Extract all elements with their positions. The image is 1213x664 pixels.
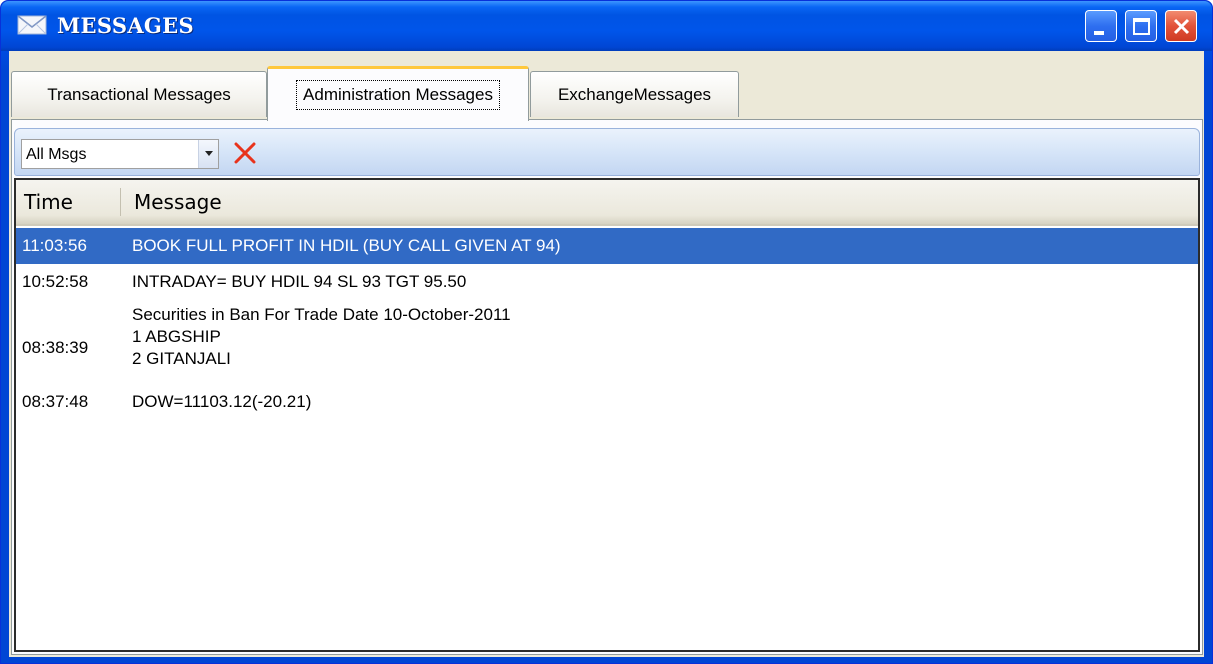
grid-rows: 11:03:56 BOOK FULL PROFIT IN HDIL (BUY C… <box>16 228 1198 424</box>
tab-label: Administration Messages <box>296 80 500 110</box>
tab-administration-messages[interactable]: Administration Messages <box>267 66 529 121</box>
tab-transactional-messages[interactable]: Transactional Messages <box>11 71 267 117</box>
window-title: MESSAGES <box>57 13 194 38</box>
row-time: 08:38:39 <box>22 338 89 357</box>
table-row[interactable]: 08:37:48 DOW=11103.12(-20.21) <box>16 388 1198 424</box>
row-time: 10:52:58 <box>22 272 89 291</box>
tab-exchange-messages[interactable]: ExchangeMessages <box>530 71 739 117</box>
table-row[interactable]: 11:03:56 BOOK FULL PROFIT IN HDIL (BUY C… <box>16 228 1198 264</box>
filter-value: All Msgs <box>26 146 87 163</box>
title-bar[interactable]: MESSAGES <box>1 1 1212 51</box>
clear-messages-icon[interactable] <box>233 141 257 165</box>
window-client-area: Transactional Messages Administration Me… <box>9 51 1204 657</box>
table-row[interactable]: 10:52:58 INTRADAY= BUY HDIL 94 SL 93 TGT… <box>16 264 1198 302</box>
minimize-button[interactable] <box>1085 10 1117 42</box>
row-time: 08:37:48 <box>22 392 89 411</box>
dropdown-arrow-button[interactable] <box>198 140 218 168</box>
row-message: BOOK FULL PROFIT IN HDIL (BUY CALL GIVEN… <box>132 236 561 255</box>
column-divider[interactable] <box>120 188 121 216</box>
envelope-icon <box>17 15 47 35</box>
tab-label: ExchangeMessages <box>557 84 712 104</box>
messages-grid[interactable]: Time Message 11:03:56 BOOK FULL PROFIT I… <box>14 178 1200 652</box>
column-header-message[interactable]: Message <box>134 190 222 214</box>
message-filter-dropdown[interactable]: All Msgs <box>21 139 219 169</box>
tab-strip: Transactional Messages Administration Me… <box>9 51 1204 121</box>
tab-panel: All Msgs Time Message 11:03:56 BOOK FULL… <box>11 119 1203 655</box>
row-message: Securities in Ban For Trade Date 10-Octo… <box>132 305 511 368</box>
chevron-down-icon <box>205 151 213 156</box>
tab-label: Transactional Messages <box>47 84 231 104</box>
table-row[interactable]: 08:38:39 Securities in Ban For Trade Dat… <box>16 302 1198 388</box>
row-message: INTRADAY= BUY HDIL 94 SL 93 TGT 95.50 <box>132 272 467 291</box>
maximize-button[interactable] <box>1125 10 1157 42</box>
column-header-time[interactable]: Time <box>24 190 73 214</box>
toolbar: All Msgs <box>14 128 1200 176</box>
grid-header: Time Message <box>16 180 1198 226</box>
close-button[interactable] <box>1165 10 1197 42</box>
minimize-icon <box>1094 31 1104 35</box>
messages-window: MESSAGES Transactional Messages Administ… <box>0 0 1213 664</box>
close-icon <box>1173 18 1190 35</box>
row-time: 11:03:56 <box>22 236 87 255</box>
row-message: DOW=11103.12(-20.21) <box>132 392 312 411</box>
maximize-icon <box>1133 18 1150 35</box>
